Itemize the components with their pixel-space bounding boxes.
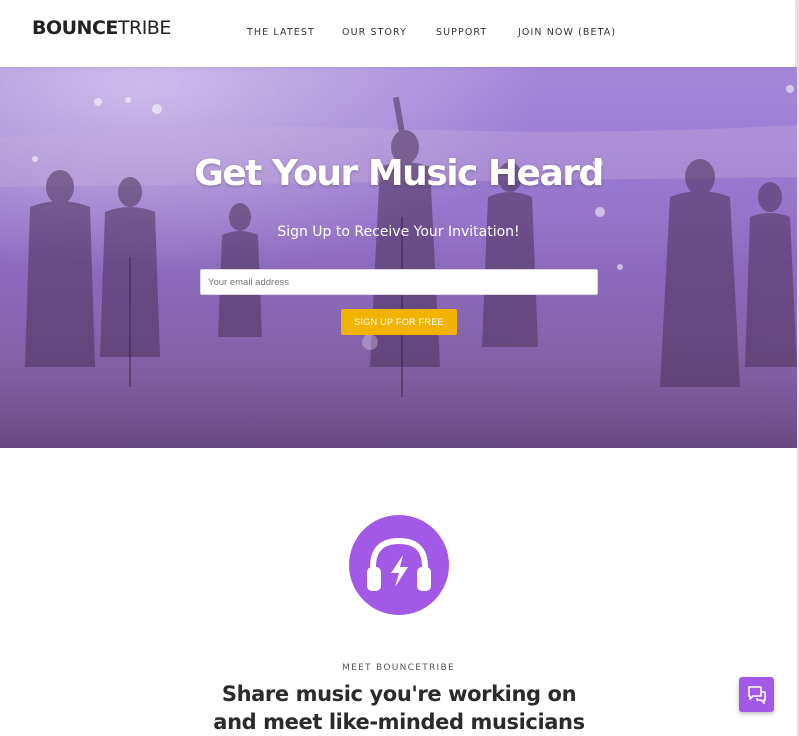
hero-subtitle: Sign Up to Receive Your Invitation! xyxy=(277,224,520,240)
hero-background-photo xyxy=(0,67,797,448)
sign-up-button[interactable]: SIGN UP FOR FREE xyxy=(341,309,457,335)
nav-support[interactable]: SUPPORT xyxy=(436,27,487,38)
chat-button[interactable] xyxy=(739,677,774,712)
hero-section: Get Your Music Heard Sign Up to Receive … xyxy=(0,67,797,448)
logo-light-text: TRIBE xyxy=(117,17,171,39)
site-header: BOUNCETRIBE THE LATEST OUR STORY SUPPORT… xyxy=(0,0,797,67)
logo-bold-text: BOUNCE xyxy=(32,17,118,39)
nav-join-now[interactable]: JOIN NOW (BETA) xyxy=(518,27,616,38)
nav-the-latest[interactable]: THE LATEST xyxy=(247,27,315,38)
bouncetribe-logo[interactable]: BOUNCETRIBE xyxy=(32,17,171,39)
section-title: Share music you're working on and meet l… xyxy=(213,682,585,734)
section-eyebrow: MEET BOUNCETRIBE xyxy=(342,663,455,673)
chat-bubbles-icon xyxy=(748,686,766,704)
hero-title: Get Your Music Heard xyxy=(194,153,604,194)
email-input[interactable] xyxy=(200,269,598,295)
headphones-bolt-icon xyxy=(349,515,449,615)
nav-our-story[interactable]: OUR STORY xyxy=(342,27,407,38)
